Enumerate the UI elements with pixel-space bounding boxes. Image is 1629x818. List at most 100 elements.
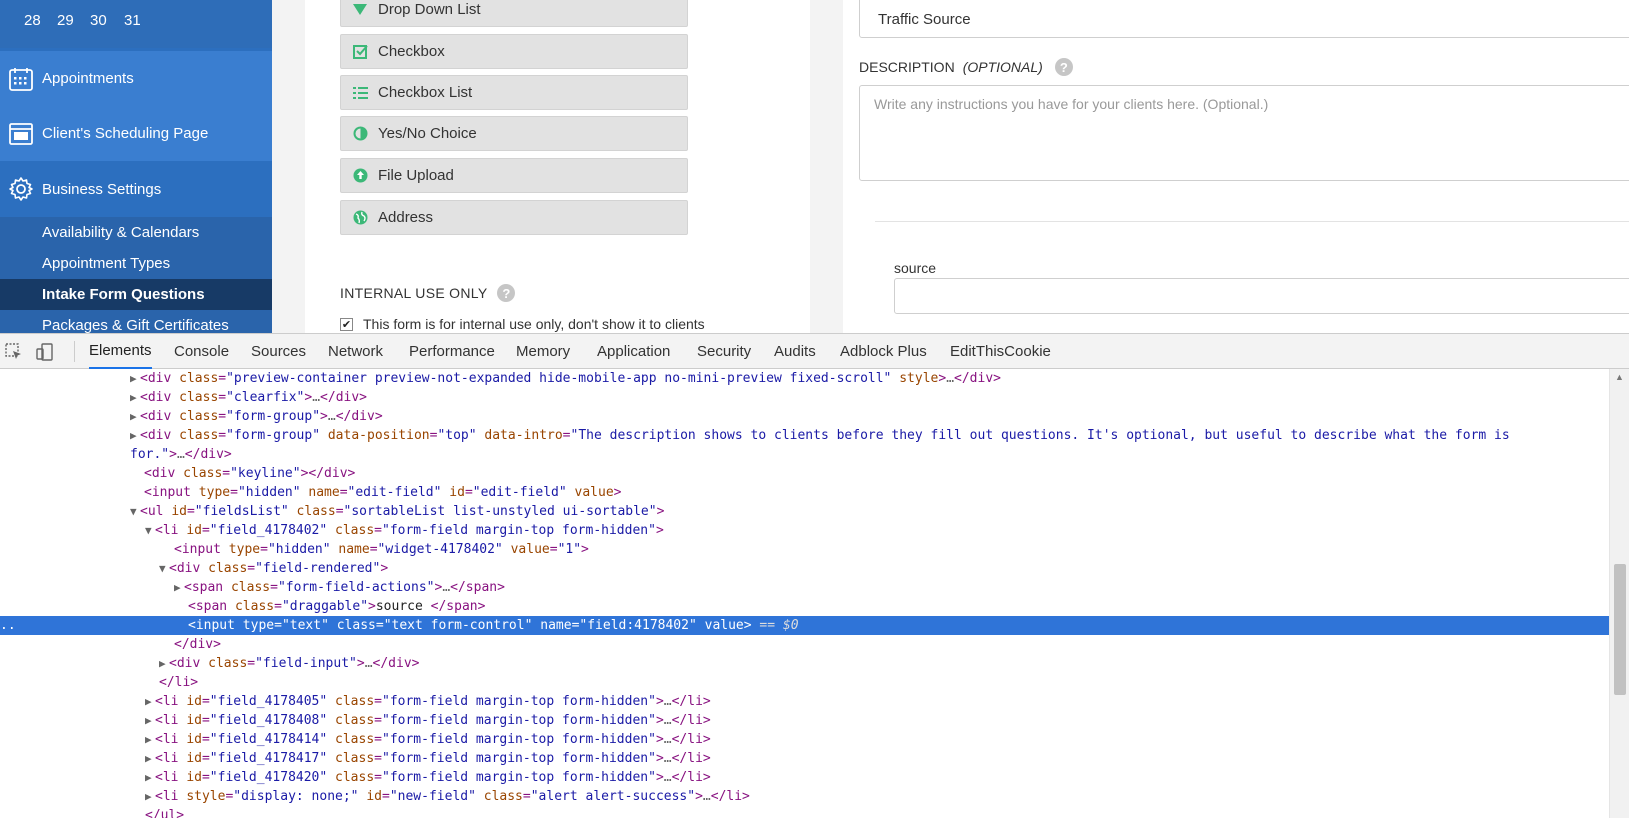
elements-dom-tree: ▶ <div class="preview-container preview-n… [0, 369, 1609, 818]
tab-application[interactable]: Application [597, 334, 670, 369]
dom-node[interactable]: ▶ <div class="preview-container preview-n… [0, 369, 1609, 388]
field-type-yes-no-choice[interactable]: Yes/No Choice [340, 116, 688, 151]
field-type-label: Yes/No Choice [378, 125, 477, 142]
nav-business-settings[interactable]: Business Settings [0, 163, 272, 215]
dom-node[interactable]: <div class="keyline"></div> [0, 464, 1609, 483]
mini-calendar-row: 28 29 30 31 [0, 0, 272, 48]
dom-node[interactable]: ▶ <div class="field-input">…</div> [0, 654, 1609, 673]
app-screen: 28 29 30 31 Appointments Client's Schedu… [0, 0, 1629, 818]
dom-node[interactable]: ▶ <div class="form-group" data-position="… [0, 426, 1609, 445]
dom-node[interactable]: ▼ <div class="field-rendered"> [0, 559, 1609, 578]
nav-appointments[interactable]: Appointments [0, 51, 272, 106]
dom-node[interactable]: ▶ <li id="field_4178408" class="form-fiel… [0, 711, 1609, 730]
console-reference-label: == $0 [751, 618, 799, 633]
dom-closing-tag[interactable]: </li> [0, 673, 1609, 692]
field-type-label: Checkbox List [378, 84, 473, 101]
internal-use-checkbox-label: This form is for internal use only, don'… [363, 316, 705, 332]
sidebar-item-intake-form-questions[interactable]: Intake Form Questions [0, 279, 272, 310]
field-type-drop-down-list[interactable]: Drop Down List [340, 0, 688, 27]
device-toolbar-icon[interactable] [35, 342, 55, 362]
globe-icon [352, 210, 368, 226]
dom-node[interactable]: ▶ <span class="form-field-actions">…</spa… [0, 578, 1609, 597]
internal-use-option: ✔ This form is for internal use only, do… [340, 316, 705, 332]
dom-node[interactable]: ▶ <li id="field_4178414" class="form-fiel… [0, 730, 1609, 749]
tab-adblock-plus[interactable]: Adblock Plus [840, 334, 927, 369]
dom-closing-tag[interactable]: </ul> [0, 806, 1609, 818]
description-label: DESCRIPTION [859, 59, 955, 75]
dom-node[interactable]: ▶ <li style="display: none;" id="new-fiel… [0, 787, 1609, 806]
calendar-day[interactable]: 28 [24, 12, 41, 29]
calendar-day[interactable]: 30 [90, 12, 107, 29]
scroll-up-arrow-icon[interactable]: ▲ [1615, 372, 1624, 382]
dom-node[interactable]: ▼ <li id="field_4178402" class="form-fiel… [0, 521, 1609, 540]
dom-node[interactable]: <input type="hidden" name="widget-417840… [0, 540, 1609, 559]
tab-audits[interactable]: Audits [774, 334, 816, 369]
dom-node[interactable]: ▶ <div class="form-group">…</div> [0, 407, 1609, 426]
selection-gutter-mark: .. [0, 618, 16, 633]
form-title-input[interactable]: Traffic Source [859, 0, 1629, 38]
dom-node[interactable]: ▶ <div class="clearfix">…</div> [0, 388, 1609, 407]
tab-memory[interactable]: Memory [516, 334, 570, 369]
nav-business-label: Business Settings [42, 180, 162, 198]
gear-icon [8, 176, 34, 202]
internal-use-title: INTERNAL USE ONLY [340, 285, 488, 301]
calendar-icon [8, 66, 34, 92]
internal-use-heading: INTERNAL USE ONLY ? [340, 284, 516, 302]
checkbox-icon [352, 44, 368, 60]
field-type-file-upload[interactable]: File Upload [340, 158, 688, 193]
dom-node[interactable]: <span class="draggable">source </span> [0, 597, 1609, 616]
field-type-label: Checkbox [378, 43, 445, 60]
source-text-input[interactable] [894, 278, 1629, 314]
sidebar-item-packages[interactable]: Packages & Gift Certificates [0, 310, 272, 333]
field-type-panel: Drop Down List Checkbox Checkbox List Ye… [305, 0, 810, 333]
field-type-label: Address [378, 209, 434, 226]
tab-performance[interactable]: Performance [409, 334, 495, 369]
dom-node[interactable]: ▶ <li id="field_4178417" class="form-fiel… [0, 749, 1609, 768]
toolbar-divider [74, 341, 75, 362]
tab-sources[interactable]: Sources [251, 334, 306, 369]
sidebar-item-availability[interactable]: Availability & Calendars [0, 217, 272, 248]
field-label-source[interactable]: source [894, 260, 936, 276]
sidebar: 28 29 30 31 Appointments Client's Schedu… [0, 0, 272, 333]
half-circle-icon [352, 126, 368, 142]
description-optional-label: (OPTIONAL) [962, 59, 1043, 75]
tab-security[interactable]: Security [697, 334, 751, 369]
nav-scheduling-page[interactable]: Client's Scheduling Page [0, 106, 272, 161]
tab-elements[interactable]: Elements [89, 334, 152, 369]
dom-node[interactable]: ▶ <li id="field_4178420" class="form-fiel… [0, 768, 1609, 787]
field-type-label: File Upload [378, 167, 454, 184]
help-icon[interactable]: ? [497, 284, 516, 302]
calendar-day[interactable]: 29 [57, 12, 74, 29]
sidebar-item-appointment-types[interactable]: Appointment Types [0, 248, 272, 279]
internal-use-checkbox[interactable]: ✔ [340, 317, 353, 331]
devtools-scrollbar[interactable]: ▲ [1609, 369, 1629, 818]
field-type-checkbox[interactable]: Checkbox [340, 34, 688, 69]
dom-closing-tag[interactable]: </div> [0, 635, 1609, 654]
dom-node[interactable]: <input type="hidden" name="edit-field" i… [0, 483, 1609, 502]
list-icon [352, 85, 368, 101]
inspect-element-icon[interactable] [4, 342, 24, 362]
calendar-day[interactable]: 31 [124, 12, 141, 29]
field-type-address[interactable]: Address [340, 200, 688, 235]
description-textarea[interactable]: Write any instructions you have for your… [859, 85, 1629, 181]
help-icon[interactable]: ? [1054, 58, 1073, 76]
keyline-divider [875, 221, 1629, 222]
description-heading: DESCRIPTION (OPTIONAL) ? [859, 58, 1073, 76]
form-editor-panel: Traffic Source DESCRIPTION (OPTIONAL) ? … [843, 0, 1629, 333]
dom-node[interactable]: ▶ <li id="field_4178405" class="form-fiel… [0, 692, 1609, 711]
tab-editthiscookie[interactable]: EditThisCookie [950, 334, 1051, 369]
tab-console[interactable]: Console [174, 334, 229, 369]
selected-dom-node[interactable]: .. <input type="text" class="text form-co… [0, 616, 1609, 635]
scrollbar-thumb[interactable] [1614, 564, 1626, 695]
tab-network[interactable]: Network [328, 334, 383, 369]
upload-icon [352, 168, 368, 184]
dom-node-continued: for.">…</div> [130, 447, 232, 462]
devtools-tab-bar: Elements Console Sources Network Perform… [0, 334, 1629, 369]
nav-scheduling-label: Client's Scheduling Page [42, 125, 209, 142]
field-type-label: Drop Down List [378, 1, 481, 18]
field-type-checkbox-list[interactable]: Checkbox List [340, 75, 688, 110]
browser-window-icon [8, 121, 34, 147]
devtools-panel: Elements Console Sources Network Perform… [0, 333, 1629, 818]
dom-node[interactable]: ▼ <ul id="fieldsList" class="sortableList… [0, 502, 1609, 521]
nav-appointments-label: Appointments [42, 70, 134, 87]
